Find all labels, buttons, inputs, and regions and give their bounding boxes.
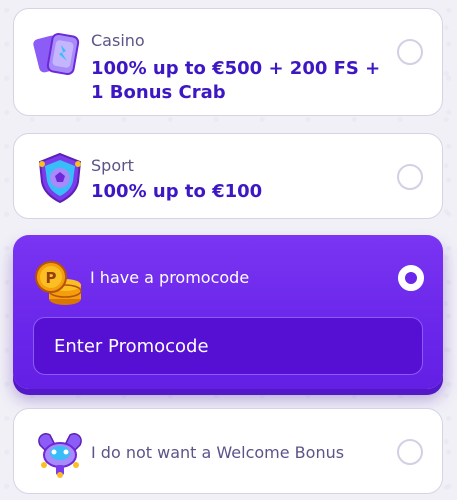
- casino-offer-line1: 100% up to €500 + 200 FS +: [91, 58, 381, 79]
- sport-offer-text: 100% up to €100: [91, 181, 263, 202]
- promocode-input[interactable]: [33, 317, 423, 375]
- sport-label: Sport: [91, 156, 134, 175]
- promocode-radio[interactable]: [398, 265, 424, 291]
- sport-radio[interactable]: [397, 164, 423, 190]
- promocode-option[interactable]: P I have a promocode: [13, 235, 443, 389]
- sport-bonus-option[interactable]: Sport 100% up to €100: [13, 133, 443, 219]
- casino-offer-text: 100% up to €500 + 200 FS + 1 Bonus Crab: [91, 57, 391, 105]
- no-bonus-radio[interactable]: [397, 439, 423, 465]
- casino-radio[interactable]: [397, 39, 423, 65]
- no-bonus-label: I do not want a Welcome Bonus: [91, 443, 345, 462]
- casino-label: Casino: [91, 31, 145, 50]
- no-bonus-option[interactable]: I do not want a Welcome Bonus: [13, 408, 443, 494]
- gold-coins-icon: P: [31, 255, 87, 311]
- casino-tickets-icon: [30, 27, 86, 83]
- promocode-label: I have a promocode: [90, 268, 250, 287]
- crab-claw-icon: [32, 425, 88, 481]
- sport-shield-icon: [32, 150, 88, 206]
- casino-bonus-option[interactable]: Casino 100% up to €500 + 200 FS + 1 Bonu…: [13, 8, 443, 116]
- casino-offer-line2: 1 Bonus Crab: [91, 82, 226, 103]
- svg-text:P: P: [46, 269, 57, 287]
